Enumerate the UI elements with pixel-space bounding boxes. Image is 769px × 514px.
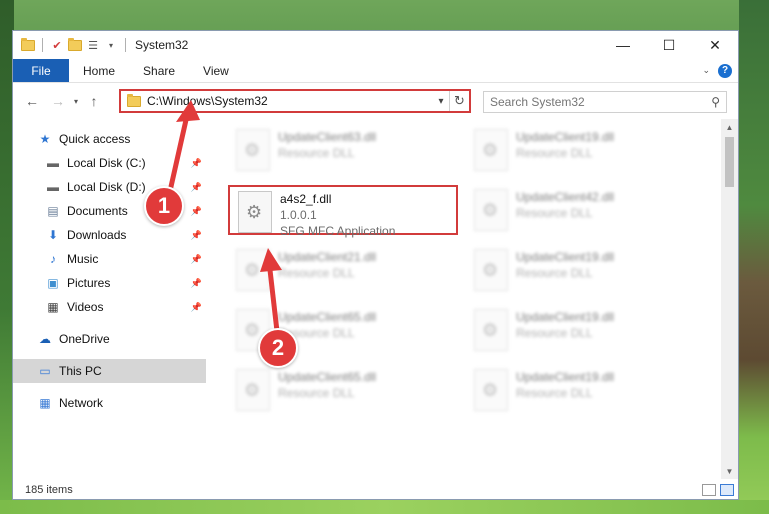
ribbon-tabs: File Home Share View ⌄ ? <box>13 59 738 83</box>
view-options-icon[interactable]: ☰ <box>86 38 100 52</box>
folder-icon <box>127 93 141 107</box>
pictures-icon: ▣ <box>47 276 59 290</box>
tab-share[interactable]: Share <box>129 59 189 82</box>
pin-icon: 📌 <box>190 277 202 288</box>
pin-icon: 📌 <box>190 229 202 240</box>
highlighted-file-a4s2-f-dll[interactable]: a4s2_f.dll 1.0.0.1 SFG MFC Application <box>228 185 458 238</box>
window-controls: — ☐ ✕ <box>600 31 738 59</box>
pin-icon: 📌 <box>190 301 202 312</box>
window-title: System32 <box>135 38 189 52</box>
list-item[interactable]: UpdateClient65.dllResource DLL <box>228 365 458 415</box>
maximize-button[interactable]: ☐ <box>646 31 692 59</box>
cloud-icon: ☁ <box>39 332 51 346</box>
list-item[interactable]: UpdateClient42.dllResource DLL <box>466 185 696 235</box>
dll-file-icon <box>238 191 272 233</box>
dll-file-icon <box>474 249 508 291</box>
navigation-pane: ★ Quick access ▬ Local Disk (C:) 📌 ▬ Loc… <box>13 119 206 479</box>
folder-icon <box>21 37 35 51</box>
tab-home[interactable]: Home <box>69 59 129 82</box>
nav-quick-access[interactable]: ★ Quick access <box>13 127 206 151</box>
address-row: ← → ▾ ↑ C:\Windows\System32 ▾ ↻ ⚲ <box>13 83 738 119</box>
background-right <box>739 0 769 514</box>
chevron-down-icon[interactable]: ▾ <box>433 96 449 107</box>
new-folder-icon[interactable] <box>68 37 82 51</box>
list-item[interactable]: UpdateClient19.dllResource DLL <box>466 245 696 295</box>
back-button[interactable]: ← <box>21 90 43 112</box>
step-2-badge: 2 <box>258 328 298 368</box>
file-name: a4s2_f.dll <box>280 192 332 206</box>
computer-icon: ▭ <box>39 364 51 378</box>
dll-file-icon <box>236 249 270 291</box>
recent-locations-button[interactable]: ▾ <box>69 90 83 112</box>
search-input[interactable] <box>490 95 712 109</box>
nav-this-pc[interactable]: ▭ This PC <box>13 359 206 383</box>
list-item[interactable]: UpdateClient19.dllResource DLL <box>466 125 696 175</box>
expand-ribbon-icon[interactable]: ⌄ <box>702 65 710 76</box>
tiles-view-icon[interactable] <box>720 484 734 496</box>
tab-view[interactable]: View <box>189 59 243 82</box>
explorer-window: ✔ ☰ ▾ System32 — ☐ ✕ File Home Share Vie… <box>12 30 739 500</box>
pin-icon: 📌 <box>190 157 202 168</box>
file-description: SFG MFC Application <box>280 224 396 238</box>
nav-network[interactable]: ▦ Network <box>13 391 206 415</box>
dll-file-icon <box>474 129 508 171</box>
help-icon[interactable]: ? <box>718 63 732 78</box>
dll-file-icon <box>236 129 270 171</box>
pin-icon: 📌 <box>190 253 202 264</box>
up-button[interactable]: ↑ <box>83 90 105 112</box>
close-button[interactable]: ✕ <box>692 31 738 59</box>
scrollbar-thumb[interactable] <box>725 137 734 187</box>
item-count: 185 items <box>25 484 73 496</box>
vertical-scrollbar[interactable]: ▲ ▼ <box>721 119 738 479</box>
customize-toolbar-icon[interactable]: ▾ <box>104 38 118 52</box>
list-item[interactable]: UpdateClient21.dllResource DLL <box>228 245 458 295</box>
dll-file-icon <box>474 309 508 351</box>
music-icon: ♪ <box>50 252 56 266</box>
network-icon: ▦ <box>39 396 51 410</box>
address-path[interactable]: C:\Windows\System32 <box>147 94 268 108</box>
main-body: ★ Quick access ▬ Local Disk (C:) 📌 ▬ Loc… <box>13 119 738 479</box>
background-bottom <box>0 500 769 514</box>
quick-access-toolbar: ✔ ☰ ▾ <box>13 37 129 52</box>
scroll-up-icon[interactable]: ▲ <box>721 119 738 135</box>
tab-file[interactable]: File <box>13 59 69 82</box>
address-bar[interactable]: C:\Windows\System32 ▾ ↻ <box>119 89 471 113</box>
list-item[interactable]: UpdateClient19.dllResource DLL <box>466 365 696 415</box>
dll-file-icon <box>474 189 508 231</box>
list-item[interactable]: UpdateClient19.dllResource DLL <box>466 305 696 355</box>
file-version: 1.0.0.1 <box>280 208 317 222</box>
documents-icon: ▤ <box>47 204 59 218</box>
status-bar: 185 items <box>13 479 738 499</box>
drive-icon: ▬ <box>47 156 59 170</box>
drive-icon: ▬ <box>47 180 59 194</box>
nav-onedrive[interactable]: ☁ OneDrive <box>13 327 206 351</box>
search-icon[interactable]: ⚲ <box>711 95 720 109</box>
list-item[interactable]: UpdateClient63.dllResource DLL <box>228 125 458 175</box>
refresh-icon[interactable]: ↻ <box>449 91 469 111</box>
dll-file-icon <box>474 369 508 411</box>
nav-music[interactable]: ♪ Music 📌 <box>13 247 206 271</box>
pin-icon: 📌 <box>190 181 202 192</box>
file-list: UpdateClient63.dllResource DLL a4s2_f.dl… <box>206 119 738 479</box>
dll-file-icon <box>236 369 270 411</box>
videos-icon: ▦ <box>47 300 59 314</box>
properties-icon[interactable]: ✔ <box>50 38 64 52</box>
pin-icon: 📌 <box>190 205 202 216</box>
details-view-icon[interactable] <box>702 484 716 496</box>
title-bar: ✔ ☰ ▾ System32 — ☐ ✕ <box>13 31 738 59</box>
forward-button[interactable]: → <box>47 90 69 112</box>
star-icon: ★ <box>39 132 51 146</box>
nav-local-disk-c[interactable]: ▬ Local Disk (C:) 📌 <box>13 151 206 175</box>
nav-downloads[interactable]: ⬇ Downloads 📌 <box>13 223 206 247</box>
nav-pictures[interactable]: ▣ Pictures 📌 <box>13 271 206 295</box>
scroll-down-icon[interactable]: ▼ <box>721 463 738 479</box>
minimize-button[interactable]: — <box>600 31 646 59</box>
nav-videos[interactable]: ▦ Videos 📌 <box>13 295 206 319</box>
search-box[interactable]: ⚲ <box>483 91 727 113</box>
downloads-icon: ⬇ <box>47 228 59 242</box>
step-1-badge: 1 <box>144 186 184 226</box>
